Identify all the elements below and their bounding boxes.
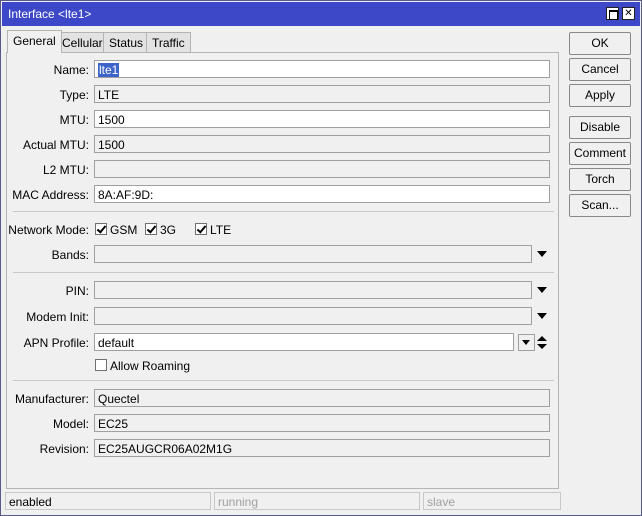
pin-field[interactable] bbox=[94, 281, 532, 299]
torch-button[interactable]: Torch bbox=[569, 168, 631, 191]
network-mode-row: Network Mode: GSM 3G LTE bbox=[7, 220, 560, 240]
mtu-row: MTU: 1500 bbox=[7, 110, 560, 130]
status-enabled: enabled bbox=[5, 492, 211, 510]
lte-label: LTE bbox=[210, 223, 232, 237]
manufacturer-label: Manufacturer: bbox=[14, 392, 89, 406]
ok-button[interactable]: OK bbox=[569, 32, 631, 55]
separator bbox=[13, 272, 554, 273]
gsm-checkbox[interactable] bbox=[95, 223, 107, 235]
pin-row: PIN: bbox=[7, 281, 560, 301]
tab-general[interactable]: General bbox=[7, 30, 62, 53]
3g-label: 3G bbox=[160, 223, 177, 237]
actual-mtu-row: Actual MTU: 1500 bbox=[7, 135, 560, 155]
type-label: Type: bbox=[59, 88, 89, 102]
separator bbox=[13, 380, 554, 381]
modem-init-row: Modem Init: bbox=[7, 307, 560, 327]
mac-address-label: MAC Address: bbox=[12, 188, 89, 202]
status-bar: enabled running slave bbox=[5, 492, 639, 510]
allow-roaming-label: Allow Roaming bbox=[110, 359, 191, 373]
revision-field: EC25AUGCR06A02M1G bbox=[94, 439, 550, 457]
status-running: running bbox=[214, 492, 420, 510]
tab-cellular[interactable]: Cellular bbox=[56, 32, 109, 52]
model-row: Model: EC25 bbox=[7, 414, 560, 434]
actual-mtu-field: 1500 bbox=[94, 135, 550, 153]
modem-init-field[interactable] bbox=[94, 307, 532, 325]
name-input[interactable]: lte1 bbox=[94, 60, 550, 78]
apn-profile-select[interactable]: default bbox=[94, 333, 514, 351]
revision-row: Revision: EC25AUGCR06A02M1G bbox=[7, 439, 560, 459]
pin-dropdown-icon[interactable] bbox=[537, 287, 547, 293]
allow-roaming-checkbox[interactable] bbox=[95, 359, 107, 371]
type-field: LTE bbox=[94, 85, 550, 103]
name-label: Name: bbox=[53, 63, 89, 77]
bands-dropdown-icon[interactable] bbox=[537, 251, 547, 257]
window-title: Interface <lte1> bbox=[8, 7, 92, 21]
bands-field[interactable] bbox=[94, 245, 532, 263]
tab-status[interactable]: Status bbox=[103, 32, 150, 52]
apn-profile-label: APN Profile: bbox=[23, 336, 89, 350]
title-bar[interactable]: Interface <lte1> ✕ bbox=[2, 2, 640, 26]
model-label: Model: bbox=[52, 417, 89, 431]
general-panel: Name: lte1 Type: LTE MTU: 1500 Actual MT… bbox=[6, 52, 559, 489]
apn-profile-updown-icon[interactable] bbox=[537, 336, 547, 350]
pin-label: PIN: bbox=[65, 284, 89, 298]
network-mode-label: Network Mode: bbox=[8, 223, 89, 237]
gsm-label: GSM bbox=[110, 223, 138, 237]
mtu-input[interactable]: 1500 bbox=[94, 110, 550, 128]
status-slave: slave bbox=[423, 492, 561, 510]
type-row: Type: LTE bbox=[7, 85, 560, 105]
actual-mtu-label: Actual MTU: bbox=[22, 138, 89, 152]
apply-button[interactable]: Apply bbox=[569, 84, 631, 107]
close-icon[interactable]: ✕ bbox=[622, 7, 635, 20]
mtu-label: MTU: bbox=[59, 113, 89, 127]
scan-button[interactable]: Scan... bbox=[569, 194, 631, 217]
bands-label: Bands: bbox=[51, 248, 89, 262]
manufacturer-row: Manufacturer: Quectel bbox=[7, 389, 560, 409]
model-field: EC25 bbox=[94, 414, 550, 432]
allow-roaming-row: Allow Roaming bbox=[7, 356, 560, 376]
l2-mtu-field bbox=[94, 160, 550, 178]
modem-init-label: Modem Init: bbox=[26, 310, 89, 324]
maximize-icon[interactable] bbox=[606, 7, 619, 20]
lte-checkbox[interactable] bbox=[195, 223, 207, 235]
separator bbox=[13, 211, 554, 212]
interface-dialog: Interface <lte1> ✕ General Cellular Stat… bbox=[0, 0, 642, 516]
name-row: Name: lte1 bbox=[7, 60, 560, 80]
tab-traffic[interactable]: Traffic bbox=[146, 32, 191, 52]
cancel-button[interactable]: Cancel bbox=[569, 58, 631, 81]
bands-row: Bands: bbox=[7, 245, 560, 265]
mac-address-row: MAC Address: 8A:AF:9D: bbox=[7, 185, 560, 205]
3g-checkbox[interactable] bbox=[145, 223, 157, 235]
modem-init-dropdown-icon[interactable] bbox=[537, 313, 547, 319]
disable-button[interactable]: Disable bbox=[569, 116, 631, 139]
mac-address-input[interactable]: 8A:AF:9D: bbox=[94, 185, 550, 203]
l2-mtu-label: L2 MTU: bbox=[42, 163, 89, 177]
l2-mtu-row: L2 MTU: bbox=[7, 160, 560, 180]
revision-label: Revision: bbox=[39, 442, 89, 456]
name-value: lte1 bbox=[98, 63, 120, 77]
apn-profile-dropdown-icon[interactable] bbox=[518, 334, 535, 351]
comment-button[interactable]: Comment bbox=[569, 142, 631, 165]
apn-profile-row: APN Profile: default bbox=[7, 333, 560, 353]
manufacturer-field: Quectel bbox=[94, 389, 550, 407]
